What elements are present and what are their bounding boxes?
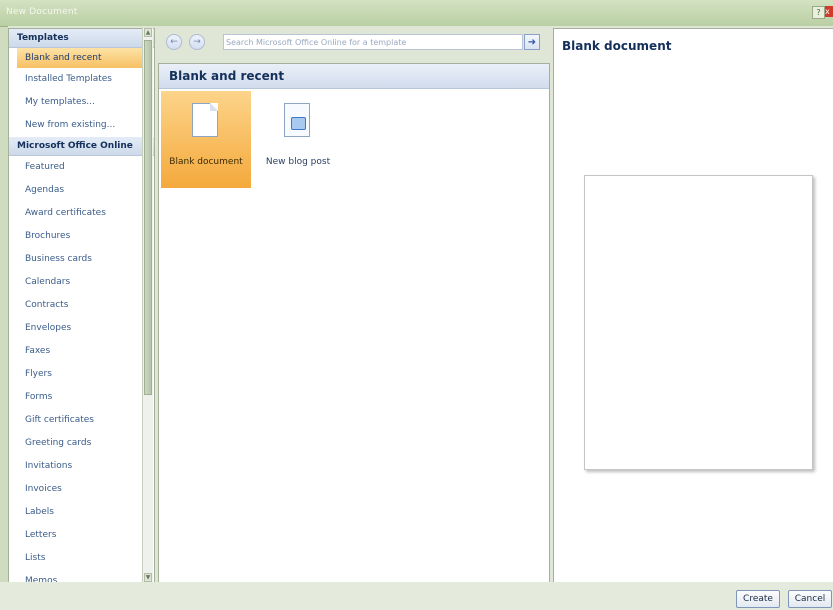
sidebar-item-gift-certificates[interactable]: Gift certificates	[9, 409, 154, 432]
arrow-right-icon: ➜	[527, 37, 537, 48]
sidebar-item-award-certificates[interactable]: Award certificates	[9, 202, 154, 225]
tile-new-blog-post[interactable]: New blog post	[253, 91, 343, 188]
gallery-heading: Blank and recent	[159, 64, 549, 89]
sidebar-item-greeting-cards[interactable]: Greeting cards	[9, 432, 154, 455]
window-title: New Document	[6, 7, 78, 17]
sidebar-item-envelopes[interactable]: Envelopes	[9, 317, 154, 340]
template-sidebar: Templates Blank and recent Installed Tem…	[8, 28, 155, 584]
create-button[interactable]: Create	[736, 590, 780, 608]
blog-post-icon	[284, 103, 310, 137]
sidebar-scrollbar[interactable]: ▲ ▼	[142, 28, 153, 582]
search-go-button[interactable]: ➜	[524, 34, 540, 50]
sidebar-item-my-templates[interactable]: My templates...	[9, 91, 154, 114]
sidebar-section-templates: Templates	[9, 29, 154, 48]
sidebar-item-blank-and-recent[interactable]: Blank and recent	[17, 48, 153, 68]
tile-blank-document[interactable]: Blank document	[161, 91, 251, 188]
sidebar-item-business-cards[interactable]: Business cards	[9, 248, 154, 271]
sidebar-item-flyers[interactable]: Flyers	[9, 363, 154, 386]
sidebar-item-letters[interactable]: Letters	[9, 524, 154, 547]
title-bar: New Document ? x	[0, 0, 833, 27]
preview-title: Blank document	[562, 39, 672, 53]
button-bar: Create Cancel	[0, 582, 833, 610]
document-preview	[584, 175, 813, 470]
help-icon[interactable]: ?	[812, 6, 825, 19]
sidebar-item-brochures[interactable]: Brochures	[9, 225, 154, 248]
sidebar-item-contracts[interactable]: Contracts	[9, 294, 154, 317]
sidebar-item-new-from-existing[interactable]: New from existing...	[9, 114, 154, 137]
sidebar-section-office-online: Microsoft Office Online	[9, 137, 154, 156]
sidebar-item-agendas[interactable]: Agendas	[9, 179, 154, 202]
template-gallery: Blank and recent Blank document New blog…	[158, 63, 550, 584]
tile-label: Blank document	[169, 157, 243, 167]
forward-button[interactable]: →	[189, 34, 205, 50]
template-search-input[interactable]: Search Microsoft Office Online for a tem…	[223, 34, 523, 50]
arrow-left-icon: ←	[170, 37, 178, 47]
sidebar-item-faxes[interactable]: Faxes	[9, 340, 154, 363]
scroll-down-icon[interactable]: ▼	[144, 573, 152, 582]
sidebar-item-installed-templates[interactable]: Installed Templates	[9, 68, 154, 91]
blank-document-icon	[192, 103, 218, 137]
sidebar-item-lists[interactable]: Lists	[9, 547, 154, 570]
sidebar-item-featured[interactable]: Featured	[9, 156, 154, 179]
arrow-right-icon: →	[193, 37, 201, 47]
close-icon[interactable]: x	[825, 6, 833, 17]
sidebar-scroll-thumb[interactable]	[144, 40, 152, 395]
sidebar-item-invitations[interactable]: Invitations	[9, 455, 154, 478]
tile-label: New blog post	[265, 157, 331, 167]
back-button[interactable]: ←	[166, 34, 182, 50]
sidebar-item-calendars[interactable]: Calendars	[9, 271, 154, 294]
cancel-button[interactable]: Cancel	[788, 590, 832, 608]
sidebar-item-labels[interactable]: Labels	[9, 501, 154, 524]
sidebar-item-forms[interactable]: Forms	[9, 386, 154, 409]
preview-pane: Blank document	[553, 28, 833, 584]
scroll-up-icon[interactable]: ▲	[144, 28, 152, 37]
sidebar-item-invoices[interactable]: Invoices	[9, 478, 154, 501]
search-toolbar: ← → Search Microsoft Office Online for a…	[158, 30, 548, 58]
